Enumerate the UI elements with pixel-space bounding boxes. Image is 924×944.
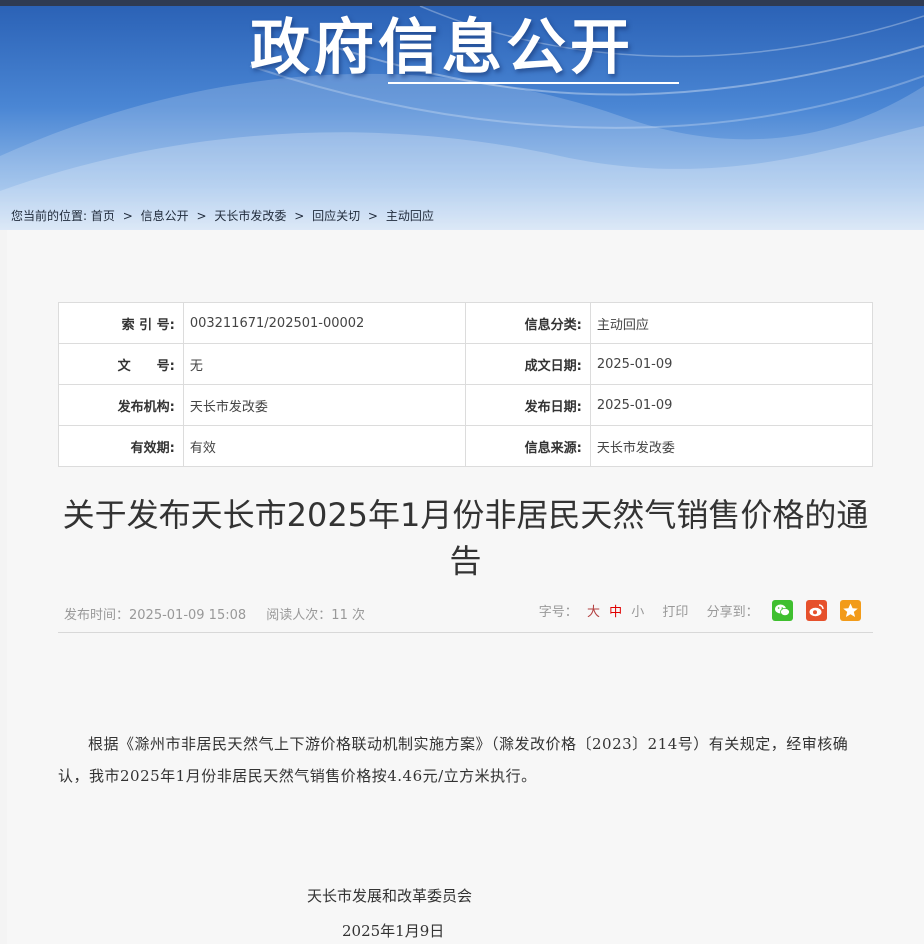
main-content: 索 引 号: 003211671/202501-00002 信息分类: 主动回应… xyxy=(7,230,924,944)
font-size-large-button[interactable]: 大 xyxy=(587,601,600,620)
read-count: 阅读人次：11 次 xyxy=(266,608,365,623)
article-title: 关于发布天长市2025年1月份非居民天然气销售价格的通告 xyxy=(62,496,869,580)
breadcrumb-item-response[interactable]: 主动回应 xyxy=(386,209,434,223)
meta-key: 信息分类: xyxy=(464,302,591,344)
breadcrumb-prefix: 您当前的位置: xyxy=(11,209,88,223)
meta-value: 003211671/202501-00002 xyxy=(182,302,466,344)
article-paragraph: 根据《滁州市非居民天然气上下游价格联动机制实施方案》（滁发改价格〔2023〕21… xyxy=(58,735,849,785)
table-row: 索 引 号: 003211671/202501-00002 信息分类: 主动回应 xyxy=(58,302,874,344)
article-info-bar: 发布时间：2025-01-09 15:08 阅读人次：11 次 字号： 大 中 … xyxy=(58,600,873,633)
meta-key: 文 号: xyxy=(58,343,184,385)
star-icon[interactable] xyxy=(840,600,861,621)
meta-value: 主动回应 xyxy=(589,302,874,344)
signature: 天长市发展和改革委员会 xyxy=(307,887,473,905)
breadcrumb-item-concern[interactable]: 回应关切 xyxy=(312,209,360,223)
meta-key: 有效期: xyxy=(58,425,184,467)
print-button[interactable]: 打印 xyxy=(662,601,688,620)
weibo-icon[interactable] xyxy=(805,600,827,621)
meta-key: 信息来源: xyxy=(464,425,591,467)
breadcrumb-item-info[interactable]: 信息公开 xyxy=(141,209,189,223)
meta-key: 索 引 号: xyxy=(58,302,184,344)
meta-value: 有效 xyxy=(182,425,466,467)
meta-key: 发布日期: xyxy=(464,384,591,426)
info-metadata-table: 索 引 号: 003211671/202501-00002 信息分类: 主动回应… xyxy=(58,302,874,467)
table-row: 文 号: 无 成文日期: 2025-01-09 xyxy=(58,343,874,385)
breadcrumb: 您当前的位置: 首页 > 信息公开 > 天长市发改委 > 回应关切 > 主动回应 xyxy=(11,207,434,224)
publish-time: 发布时间：2025-01-09 15:08 xyxy=(64,608,247,623)
article-body: 根据《滁州市非居民天然气上下游价格联动机制实施方案》（滁发改价格〔2023〕21… xyxy=(58,728,873,792)
banner-underline xyxy=(388,82,679,84)
font-size-label: 字号： xyxy=(538,605,578,620)
meta-value: 天长市发改委 xyxy=(589,425,874,467)
breadcrumb-separator: > xyxy=(196,209,207,223)
meta-key: 发布机构: xyxy=(58,384,184,426)
breadcrumb-item-home[interactable]: 首页 xyxy=(91,209,115,223)
wechat-icon[interactable] xyxy=(771,600,793,621)
meta-key: 成文日期: xyxy=(464,343,591,385)
table-row: 有效期: 有效 信息来源: 天长市发改委 xyxy=(58,425,874,467)
font-size-medium-button[interactable]: 中 xyxy=(609,601,622,620)
header-banner: 政府信息公开 您当前的位置: 首页 > 信息公开 > 天长市发改委 > 回应关切… xyxy=(0,6,924,230)
breadcrumb-separator: > xyxy=(122,209,133,223)
signature-date: 2025年1月9日 xyxy=(342,922,445,940)
breadcrumb-separator: > xyxy=(367,209,378,223)
meta-value: 无 xyxy=(182,343,466,385)
share-label: 分享到： xyxy=(706,605,759,620)
table-row: 发布机构: 天长市发改委 发布日期: 2025-01-09 xyxy=(58,384,874,426)
banner-title: 政府信息公开 xyxy=(250,13,634,83)
meta-value: 天长市发改委 xyxy=(182,384,466,426)
breadcrumb-item-dept[interactable]: 天长市发改委 xyxy=(214,209,286,223)
meta-value: 2025-01-09 xyxy=(589,343,874,385)
meta-value: 2025-01-09 xyxy=(589,384,874,426)
font-size-small-button[interactable]: 小 xyxy=(631,601,644,620)
breadcrumb-separator: > xyxy=(294,209,305,223)
